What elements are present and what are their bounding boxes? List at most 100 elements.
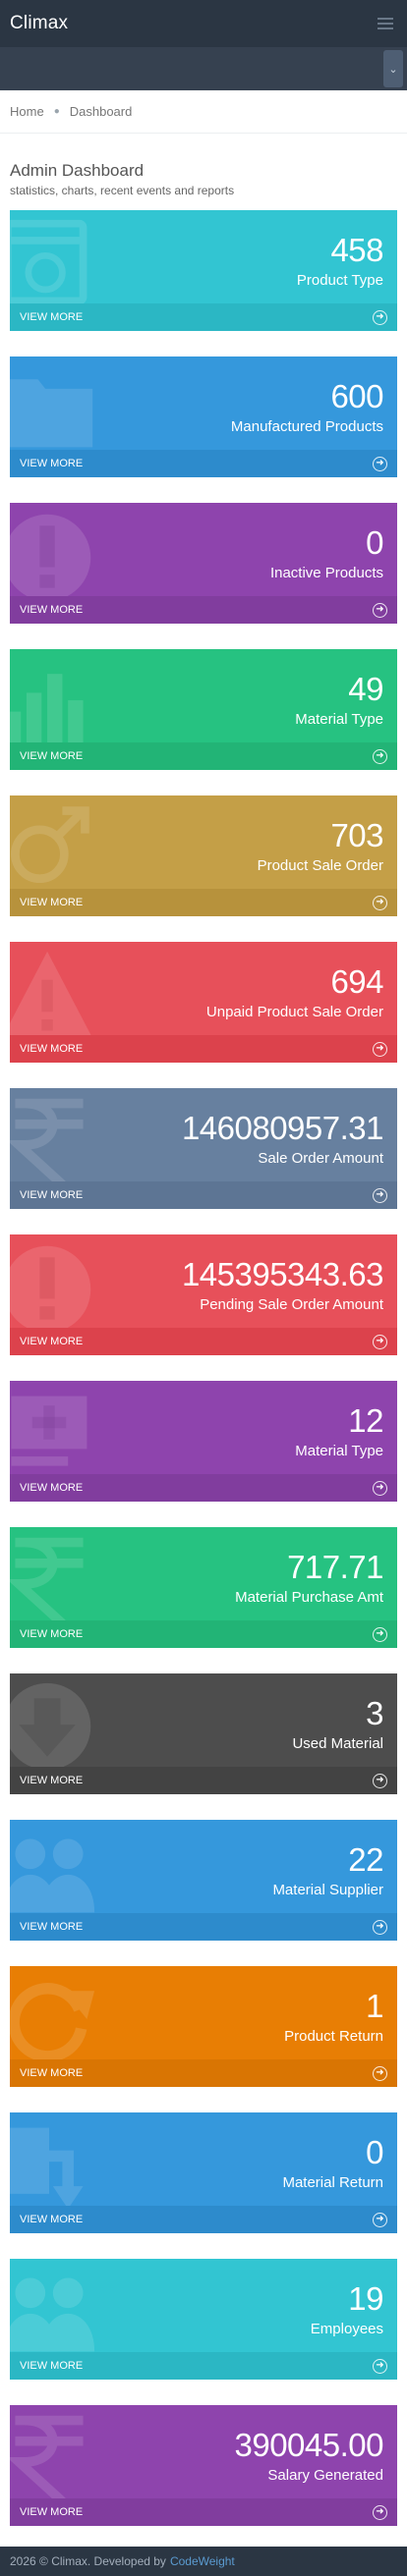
chevron-down-icon[interactable]: ⌄ — [383, 50, 403, 87]
stat-label: Pending Sale Order Amount — [200, 1296, 383, 1313]
folder-icon — [10, 362, 96, 457]
view-more-label: VIEW MORE — [20, 1921, 84, 1933]
arrow-right-circle-icon: ➜ — [373, 309, 387, 325]
stat-label: Inactive Products — [269, 565, 383, 581]
arrow-right-circle-icon: ➜ — [373, 1480, 387, 1496]
stat-tile: 717.71 Material Purchase Amt VIEW MORE ➜ — [10, 1527, 397, 1648]
stat-tile: 145395343.63 Pending Sale Order Amount VIE… — [10, 1234, 397, 1355]
stat-label: Employees — [310, 2321, 383, 2337]
stat-tile: 703 Product Sale Order VIEW MORE ➜ — [10, 795, 397, 916]
stat-label: Unpaid Product Sale Order — [205, 1004, 383, 1020]
breadcrumb-home-link[interactable]: Home — [10, 104, 44, 119]
view-more-label: VIEW MORE — [20, 2214, 84, 2225]
view-more-label: VIEW MORE — [20, 2067, 84, 2079]
users-icon — [10, 2265, 96, 2359]
view-more-link[interactable]: VIEW MORE ➜ — [10, 2352, 397, 2380]
arrow-right-circle-icon: ➜ — [373, 1041, 387, 1057]
bar-chart-icon — [10, 655, 96, 749]
arrow-right-circle-icon: ➜ — [373, 602, 387, 618]
stat-tile: 22 Material Supplier VIEW MORE ➜ — [10, 1820, 397, 1941]
arrow-right-circle-icon: ➜ — [373, 1187, 387, 1203]
stat-tile: 49 Material Type VIEW MORE ➜ — [10, 649, 397, 770]
view-more-link[interactable]: VIEW MORE ➜ — [10, 596, 397, 624]
view-more-link[interactable]: VIEW MORE ➜ — [10, 1181, 397, 1209]
stat-label: Product Type — [296, 272, 383, 289]
page-footer: 2026 © Climax. Developed by CodeWeight — [0, 2547, 407, 2576]
secondary-navbar: ⌄ — [0, 47, 407, 90]
arrow-right-circle-icon: ➜ — [373, 2504, 387, 2520]
stat-value: 3 — [366, 1695, 383, 1731]
view-more-link[interactable]: VIEW MORE ➜ — [10, 1035, 397, 1063]
hamburger-menu-icon[interactable] — [376, 14, 395, 33]
breadcrumb-current: Dashboard — [69, 104, 133, 119]
stat-value: 703 — [330, 817, 383, 853]
arrow-right-circle-icon: ➜ — [373, 2065, 387, 2081]
stat-value: 145395343.63 — [181, 1256, 384, 1292]
view-more-link[interactable]: VIEW MORE ➜ — [10, 1913, 397, 1941]
view-more-link[interactable]: VIEW MORE ➜ — [10, 1767, 397, 1794]
arrow-right-circle-icon: ➜ — [373, 1334, 387, 1349]
stat-label: Used Material — [292, 1735, 383, 1752]
arrow-right-circle-icon: ➜ — [373, 2358, 387, 2374]
stat-tile: 3 Used Material VIEW MORE ➜ — [10, 1673, 397, 1794]
stat-value: 12 — [348, 1402, 383, 1439]
view-more-link[interactable]: VIEW MORE ➜ — [10, 2498, 397, 2526]
stat-tile: 458 Product Type VIEW MORE ➜ — [10, 210, 397, 331]
view-more-label: VIEW MORE — [20, 604, 84, 616]
stat-value: 49 — [348, 671, 383, 707]
stat-value: 22 — [348, 1841, 383, 1878]
arrow-right-circle-icon: ➜ — [373, 748, 387, 764]
stat-value: 390045.00 — [234, 2427, 384, 2463]
users-icon — [10, 1826, 96, 1920]
stat-value: 146080957.31 — [181, 1110, 384, 1146]
view-more-label: VIEW MORE — [20, 1189, 84, 1201]
stat-tile: 0 Inactive Products VIEW MORE ➜ — [10, 503, 397, 624]
view-more-link[interactable]: VIEW MORE ➜ — [10, 889, 397, 916]
view-more-label: VIEW MORE — [20, 2360, 84, 2372]
arrow-right-circle-icon: ➜ — [373, 2212, 387, 2227]
view-more-link[interactable]: VIEW MORE ➜ — [10, 1474, 397, 1502]
stat-value: 0 — [366, 2134, 383, 2170]
view-more-label: VIEW MORE — [20, 897, 84, 908]
stat-label: Salary Generated — [267, 2467, 383, 2484]
arrow-right-circle-icon: ➜ — [373, 456, 387, 471]
stat-tile: 0 Material Return VIEW MORE ➜ — [10, 2112, 397, 2233]
rupee-icon — [10, 2411, 96, 2505]
view-more-label: VIEW MORE — [20, 1336, 84, 1347]
dashboard-stats: 458 Product Type VIEW MORE ➜ 600 Manufactured… — [0, 210, 407, 2526]
stat-value: 600 — [330, 378, 383, 414]
brand-logo[interactable]: Climax — [10, 13, 68, 34]
stat-value: 0 — [366, 524, 383, 561]
view-more-link[interactable]: VIEW MORE ➜ — [10, 450, 397, 477]
add-list-icon — [10, 1387, 96, 1481]
stat-value: 19 — [348, 2280, 383, 2317]
arrow-right-circle-icon: ➜ — [373, 1773, 387, 1788]
breadcrumb: Home ● Dashboard — [0, 90, 407, 134]
developer-link[interactable]: CodeWeight — [170, 2554, 235, 2568]
view-more-label: VIEW MORE — [20, 1043, 84, 1055]
stat-value: 694 — [330, 963, 383, 1000]
stat-label: Sale Order Amount — [258, 1150, 383, 1167]
view-more-link[interactable]: VIEW MORE ➜ — [10, 1620, 397, 1648]
view-more-link[interactable]: VIEW MORE ➜ — [10, 303, 397, 331]
stat-tile: 1 Product Return VIEW MORE ➜ — [10, 1966, 397, 2087]
stat-label: Material Purchase Amt — [235, 1589, 383, 1606]
stat-label: Material Supplier — [272, 1882, 383, 1898]
view-more-link[interactable]: VIEW MORE ➜ — [10, 1328, 397, 1355]
stat-value: 717.71 — [287, 1549, 383, 1585]
stat-tile: 12 Material Type VIEW MORE ➜ — [10, 1381, 397, 1502]
page-subtitle: statistics, charts, recent events and re… — [10, 184, 235, 197]
view-more-label: VIEW MORE — [20, 750, 84, 762]
exclamation-icon — [10, 1240, 96, 1335]
stat-tile: 390045.00 Salary Generated VIEW MORE ➜ — [10, 2405, 397, 2526]
view-more-link[interactable]: VIEW MORE ➜ — [10, 2059, 397, 2087]
view-more-link[interactable]: VIEW MORE ➜ — [10, 2206, 397, 2233]
footer-text: 2026 © Climax. Developed by — [10, 2554, 166, 2568]
arrow-right-circle-icon: ➜ — [373, 895, 387, 910]
stat-value: 458 — [330, 232, 383, 268]
arrow-down-circle-icon — [10, 1679, 96, 1774]
breadcrumb-separator-icon: ● — [53, 106, 60, 117]
arrow-right-circle-icon: ➜ — [373, 1919, 387, 1935]
stat-tile: 146080957.31 Sale Order Amount VIEW MORE ➜ — [10, 1088, 397, 1209]
view-more-link[interactable]: VIEW MORE ➜ — [10, 742, 397, 770]
